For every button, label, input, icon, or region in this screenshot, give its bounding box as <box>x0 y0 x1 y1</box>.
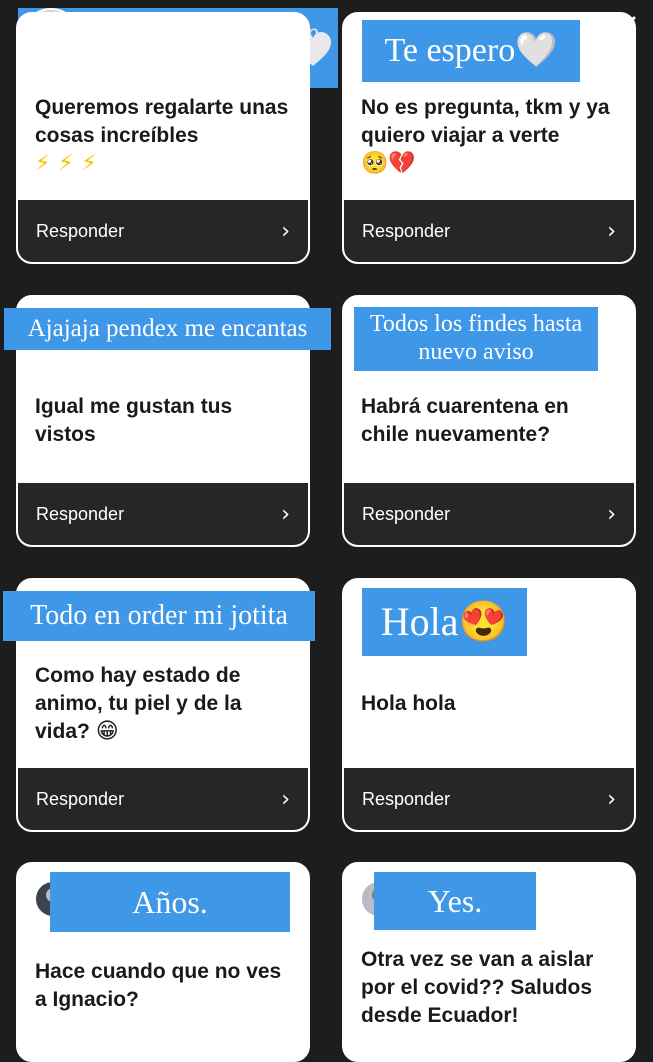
question-card[interactable]: Te espero🤍 No es pregunta, tkm y ya quie… <box>342 12 636 264</box>
respond-button[interactable]: Responder › <box>18 768 308 830</box>
respond-button[interactable]: Responder › <box>344 768 634 830</box>
caption-sticker: Ajajaja pendex me encantas <box>4 308 331 350</box>
respond-button[interactable]: Responder › <box>344 483 634 545</box>
question-label: Queremos regalarte unas cosas increíbles <box>35 96 289 147</box>
grinning-emoji: 😁 <box>95 719 119 744</box>
chevron-right-icon: › <box>607 501 616 527</box>
question-text: Queremos regalarte unas cosas increíbles… <box>35 94 294 178</box>
question-card[interactable]: Yes. Otra vez se van a aislar por el cov… <box>342 862 636 1062</box>
question-text: Habrá cuarentena en chile nuevamente? <box>361 395 569 446</box>
respond-button[interactable]: Responder › <box>18 483 308 545</box>
chevron-right-icon: › <box>607 786 616 812</box>
respond-button[interactable]: Responder › <box>344 200 634 262</box>
question-text: Hace cuando que no ves a Ignacio? <box>35 960 282 1011</box>
question-text: Igual me gustan tus vistos <box>35 395 233 446</box>
caption-sticker: Todos los findes hasta nuevo aviso <box>354 307 598 371</box>
caption-sticker: Te espero🤍 <box>362 20 580 82</box>
respond-label: Responder <box>36 220 125 241</box>
question-text: No es pregunta, tkm y ya quiero viajar a… <box>361 94 620 178</box>
question-card[interactable]: Todos los findes hasta nuevo aviso Habrá… <box>342 295 636 547</box>
respond-label: Responder <box>362 503 451 524</box>
respond-label: Responder <box>362 220 451 241</box>
caption-line: Todos los findes hasta <box>369 311 583 338</box>
chevron-right-icon: › <box>281 218 290 244</box>
respond-label: Responder <box>36 788 125 809</box>
question-text: Hola hola <box>361 692 456 715</box>
question-label: Como hay estado de animo, tu piel y de l… <box>35 664 242 743</box>
chevron-right-icon: › <box>607 218 616 244</box>
question-text: Otra vez se van a aislar por el covid?? … <box>361 948 594 1027</box>
respond-label: Responder <box>36 503 125 524</box>
respond-label: Responder <box>362 788 451 809</box>
question-text: Como hay estado de animo, tu piel y de l… <box>35 662 294 746</box>
chevron-right-icon: › <box>281 501 290 527</box>
question-label: No es pregunta, tkm y ya quiero viajar a… <box>361 96 610 147</box>
caption-sticker: Años. <box>50 872 290 932</box>
caption-line: nuevo aviso <box>418 339 534 365</box>
question-card[interactable]: Hola😍 Hola hola Responder › <box>342 578 636 832</box>
respond-button[interactable]: Responder › <box>18 200 308 262</box>
lightning-emoji: ⚡ ⚡ ⚡ <box>35 151 97 176</box>
question-card[interactable]: Queremos regalarte unas cosas increíbles… <box>16 12 310 264</box>
chevron-right-icon: › <box>281 786 290 812</box>
question-card[interactable]: Años. Hace cuando que no ves a Ignacio? <box>16 862 310 1062</box>
caption-sticker: Todo en order mi jotita <box>3 591 315 641</box>
caption-sticker: Yes. <box>374 872 536 930</box>
caption-sticker: Hola😍 <box>362 588 527 656</box>
pleading-brokenheart-emoji: 🥺💔 <box>361 151 416 176</box>
